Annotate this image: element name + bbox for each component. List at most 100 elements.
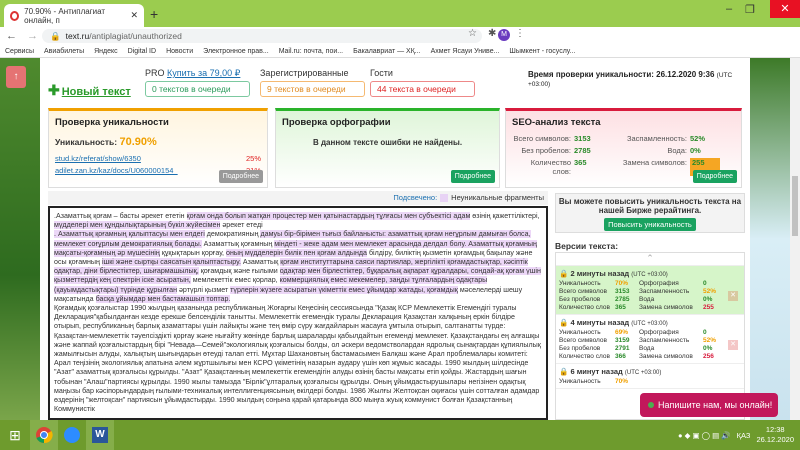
clock[interactable]: 12:38 26.12.2020 (756, 425, 794, 445)
back-icon[interactable]: ← (6, 30, 17, 42)
new-tab-button[interactable]: + (150, 6, 158, 22)
version-header: 🔒 4 минуты назад (UTC +03:00) (559, 318, 720, 327)
seo-label: Без пробелов: (521, 146, 571, 155)
text-fragment: .Азаматтық қоғам – басты әрекет ететін (54, 212, 187, 220)
delete-version-icon[interactable]: ✕ (728, 340, 738, 350)
spelling-card: Проверка орфографии В данном тексте ошиб… (275, 108, 500, 188)
source-row: stud.kz/referat/show/6350 25% (55, 154, 261, 163)
bookmark-item[interactable]: Шымкент - госуслу... (509, 48, 575, 55)
source-link[interactable]: adilet.zan.kz/kaz/docs/U060000154_ (55, 166, 178, 175)
pro-label: PRO Купить за 79,00 ₽ (145, 68, 240, 79)
version-stat-label: Всего символов (559, 288, 607, 295)
address-bar-row: ←→↻ 🔒text.ru/antiplagiat/unauthorized ☆ … (0, 27, 800, 45)
new-text-link[interactable]: ✚ Новый текст (48, 82, 131, 99)
version-stat-value: 0% (703, 296, 713, 303)
bookmark-item[interactable]: Digital ID (128, 48, 156, 55)
version-stat-value: 3159 (615, 337, 630, 344)
version-stat-label: Заспамленность (639, 288, 690, 295)
version-stat-label: Всего символов (559, 337, 607, 344)
non-unique-fragment: қоғам онда болып жатқан процестер мен қа… (186, 212, 471, 220)
christmas-background-left (0, 58, 40, 420)
version-item[interactable]: 🔒 4 минуты назад (UTC +03:00) Уникальност… (556, 315, 744, 364)
source-pct: 25% (245, 154, 261, 163)
text-fragment: құқықтарын қорғау, (159, 248, 226, 257)
chat-button[interactable]: Напишите нам, мы онлайн! (640, 393, 778, 417)
close-window-button[interactable]: ✕ (770, 0, 800, 18)
version-stat-value: 256 (703, 353, 714, 360)
bookmark-item[interactable]: Новости (166, 48, 193, 55)
spelling-more-button[interactable]: Подробнее (450, 170, 495, 183)
zoom-taskbar-icon[interactable] (58, 420, 86, 450)
version-stat-label: Без пробелов (559, 296, 601, 303)
text-fragment: қоғамдық және ғылыми (198, 267, 280, 276)
plus-icon: ✚ (48, 82, 60, 98)
seo-label: Всего символов: (513, 134, 571, 143)
chevron-up-icon[interactable]: ⌃ (556, 253, 744, 266)
bookmark-item[interactable]: Mail.ru: почта, пои... (279, 48, 343, 55)
version-tz: (UTC +03:00) (631, 272, 668, 278)
version-stat-label: Уникальность (559, 329, 601, 336)
version-time: 4 минуты назад (570, 318, 630, 327)
text-fragment: өзінің қажеттіліктері, (470, 212, 540, 220)
minimize-button[interactable]: – (726, 3, 732, 15)
version-stat-value: 69% (615, 329, 629, 336)
windows-start-icon[interactable]: ⊞ (0, 427, 30, 444)
uniqueness-card: Проверка уникальности Уникальность: 70.9… (48, 108, 268, 188)
bookmark-item[interactable]: Сервисы (5, 48, 34, 55)
scroll-up-button[interactable]: ↑ (6, 66, 26, 88)
page-scrollbar[interactable] (790, 58, 800, 420)
extensions-icon[interactable]: ✱ (488, 28, 496, 39)
version-stat-label: Орфография (639, 280, 679, 287)
browser-tab[interactable]: 70.90% - Антиплагиат онлайн, п ✕ (4, 4, 144, 27)
bookmark-item[interactable]: Электронное прав... (203, 48, 269, 55)
uniqueness-score: Уникальность: 70.90% (55, 136, 261, 148)
new-text-label: Новый текст (61, 86, 131, 98)
maximize-button[interactable]: ❐ (745, 3, 755, 16)
url-host: text.ru (65, 31, 90, 41)
version-stat-label: Без пробелов (559, 345, 601, 352)
chrome-taskbar-icon[interactable] (30, 420, 58, 450)
url-input[interactable]: 🔒 text.ru/antiplagiat/unauthorized (42, 29, 482, 43)
seo-value: 2785 (574, 146, 591, 155)
increase-uniqueness-button[interactable]: Повысить уникальность (604, 218, 696, 231)
version-stat-label: Замена символов (639, 353, 693, 360)
version-item[interactable]: 🔒 2 минуты назад (UTC +03:00) Уникальност… (556, 266, 744, 315)
check-time-text: Время проверки уникальности: 26.12.2020 … (528, 70, 715, 79)
profile-avatar[interactable]: M (498, 29, 510, 41)
text-paragraph: .Азаматтық қоғам – басты әрекет ететін қ… (54, 212, 542, 230)
seo-value: 365 (574, 158, 587, 167)
menu-icon[interactable]: ⋮ (515, 28, 525, 39)
bookmark-item[interactable]: Бакалавриат — ХҚ... (353, 48, 421, 55)
source-link[interactable]: stud.kz/referat/show/6350 (55, 154, 141, 163)
uniqueness-more-button[interactable]: Подробнее (218, 170, 263, 183)
check-time: Время проверки уникальности: 26.12.2020 … (528, 70, 750, 88)
seo-card: SEO-анализ текста Всего символов: 3153 Зас… (505, 108, 742, 188)
bookmark-star-icon[interactable]: ☆ (468, 28, 477, 39)
page: ↑ ✚ Новый текст PRO Купить за 79,00 ₽ Зар… (0, 58, 800, 420)
online-dot-icon (648, 402, 654, 408)
tray-icons[interactable]: ● ◆ ▣ ◯ ▤ 🔊 (678, 431, 731, 440)
close-tab-icon[interactable]: ✕ (130, 10, 138, 21)
word-taskbar-icon[interactable]: W (86, 420, 114, 450)
bookmark-item[interactable]: Яндекс (94, 48, 118, 55)
forward-icon[interactable]: → (27, 30, 38, 42)
version-header: 🔒 2 минуты назад (UTC +03:00) (559, 269, 720, 278)
guests-label: Гости (370, 68, 393, 78)
checked-text[interactable]: .Азаматтық қоғам – басты әрекет ететін қ… (48, 206, 548, 420)
text-ru-favicon-icon (10, 10, 20, 21)
buy-pro-link[interactable]: Купить за 79,00 ₽ (167, 68, 240, 78)
keyboard-language[interactable]: ҚАЗ (737, 431, 751, 440)
main-content: ✚ Новый текст PRO Купить за 79,00 ₽ Зарег… (40, 58, 750, 420)
version-stat-label: Уникальность (559, 280, 601, 287)
version-stat-value: 0% (703, 345, 713, 352)
delete-version-icon[interactable]: ✕ (728, 291, 738, 301)
seo-more-button[interactable]: Подробнее (692, 170, 737, 183)
version-stat-value: 255 (703, 304, 714, 311)
version-tz: (UTC +03:00) (631, 321, 668, 327)
version-item[interactable]: 🔒 6 минут назад (UTC +03:00) Уникальность… (556, 364, 744, 389)
version-time: 2 минуты назад (570, 269, 630, 278)
bookmark-item[interactable]: Авиабилеты (44, 48, 84, 55)
bookmark-item[interactable]: Ахмет Ясауи Униве... (431, 48, 500, 55)
text-paragraph: Қоғамдық қозғалыстар 1990 жылдың қазанын… (54, 304, 542, 414)
version-stat-label: Орфография (639, 329, 679, 336)
